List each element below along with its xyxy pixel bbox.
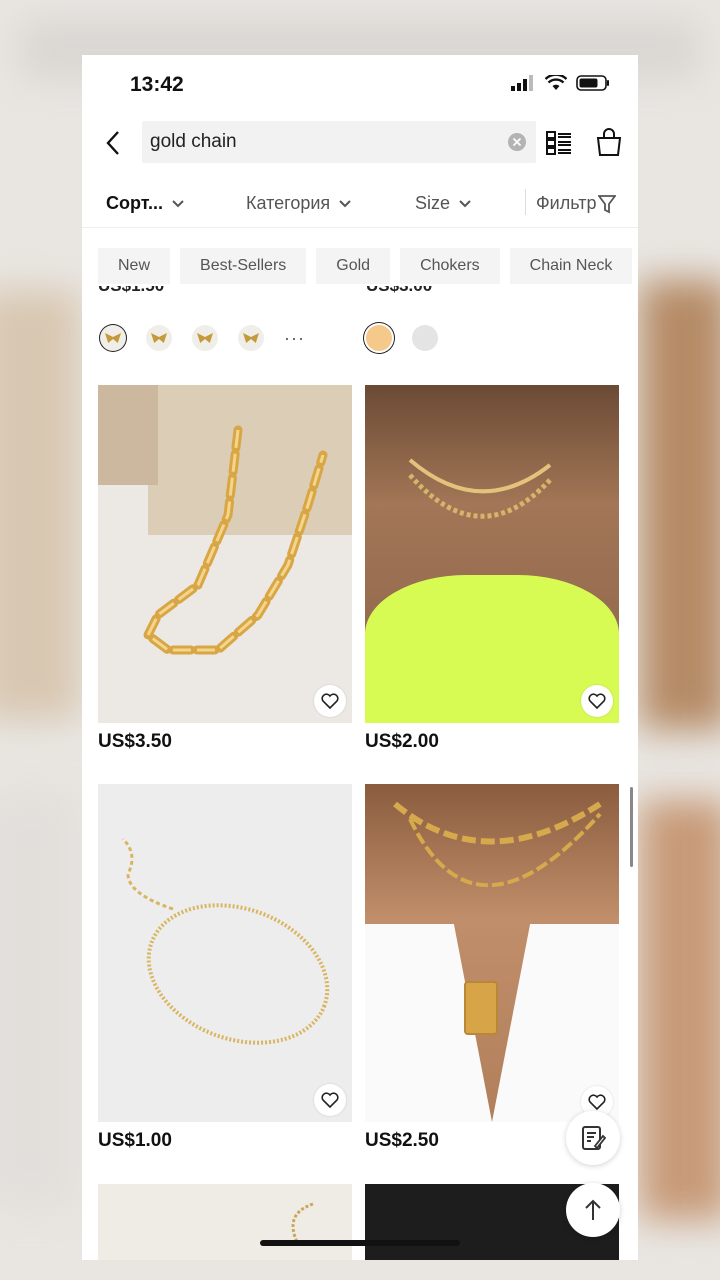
product-price: US$2.00	[365, 731, 439, 752]
product-price-partial: US$1.50	[98, 286, 164, 298]
swatch-butterfly-4[interactable]	[238, 325, 264, 351]
choker-chain-graphic	[121, 837, 330, 1045]
filter-button[interactable]: Фильтр	[536, 193, 617, 214]
swatch-silver[interactable]	[412, 325, 438, 351]
chevron-left-icon	[106, 131, 119, 155]
product-card[interactable]	[98, 1184, 352, 1260]
list-view-icon[interactable]	[545, 129, 573, 157]
quick-filter-chips: New Best-Sellers Gold Chokers Chain Neck	[98, 248, 638, 284]
chip-chain-necklace[interactable]: Chain Neck	[509, 248, 633, 284]
product-card[interactable]: US$2.50	[365, 784, 619, 1151]
chain-necklace-graphic	[291, 1202, 314, 1245]
shopping-bag-icon[interactable]	[595, 127, 623, 157]
chevron-down-icon	[459, 199, 471, 207]
clear-search-icon[interactable]	[508, 133, 526, 151]
edit-note-icon	[582, 1126, 607, 1150]
funnel-icon	[598, 194, 617, 213]
filter-label: Фильтр	[536, 193, 597, 213]
product-image[interactable]	[98, 1184, 352, 1260]
signal-icon	[511, 75, 533, 91]
app-screen: 13:42 gold chain Сорт... Категория Size …	[82, 55, 638, 1260]
product-image[interactable]	[365, 784, 619, 1122]
status-time: 13:42	[130, 73, 184, 96]
chip-new[interactable]: New	[98, 248, 171, 284]
product-image[interactable]	[365, 385, 619, 723]
category-label: Категория	[246, 193, 331, 213]
product-image[interactable]	[98, 784, 352, 1122]
sort-dropdown[interactable]: Сорт...	[106, 193, 185, 214]
chain-necklace-graphic	[393, 801, 602, 1035]
swatch-butterfly-2[interactable]	[146, 325, 172, 351]
chain-necklace-graphic	[142, 425, 328, 655]
category-dropdown[interactable]: Категория	[246, 193, 352, 214]
search-bar-row: gold chain	[82, 121, 638, 165]
back-to-top-button[interactable]	[566, 1183, 620, 1237]
search-query-text: gold chain	[150, 131, 237, 152]
size-label: Size	[415, 193, 451, 213]
size-dropdown[interactable]: Size	[415, 193, 472, 214]
battery-icon	[576, 75, 609, 91]
chip-chokers[interactable]: Chokers	[400, 248, 500, 284]
home-indicator	[260, 1240, 460, 1246]
chip-gold[interactable]: Gold	[316, 248, 391, 284]
filter-bar: Сорт... Категория Size Фильтр	[82, 183, 638, 228]
product-price: US$3.50	[98, 731, 172, 752]
search-input[interactable]: gold chain	[142, 121, 536, 163]
wifi-icon	[545, 75, 567, 90]
product-card[interactable]: US$3.50	[98, 385, 352, 752]
back-button[interactable]	[98, 127, 128, 159]
sort-label: Сорт...	[106, 193, 163, 213]
heart-icon	[588, 1094, 606, 1110]
arrow-up-icon	[585, 1199, 601, 1220]
product-image[interactable]	[98, 385, 352, 723]
color-swatches: ···	[100, 325, 305, 351]
more-swatches-icon[interactable]: ···	[284, 328, 305, 349]
wishlist-button[interactable]	[314, 685, 346, 717]
heart-icon	[321, 693, 339, 709]
color-swatches	[366, 325, 438, 351]
swatch-butterfly-1[interactable]	[100, 325, 126, 351]
scrollbar[interactable]	[630, 787, 633, 867]
swatch-gold[interactable]	[366, 325, 392, 351]
heart-icon	[588, 693, 606, 709]
product-card[interactable]: US$2.00	[365, 385, 619, 752]
wishlist-button[interactable]	[314, 1084, 346, 1116]
product-price: US$2.50	[365, 1130, 439, 1151]
chevron-down-icon	[172, 199, 184, 207]
status-bar: 13:42	[82, 55, 638, 115]
swatch-butterfly-3[interactable]	[192, 325, 218, 351]
product-price-partial: US$3.00	[366, 286, 432, 298]
product-price: US$1.00	[98, 1130, 172, 1151]
chain-necklace-graphic	[408, 458, 552, 519]
chevron-down-icon	[339, 199, 351, 207]
chip-best-sellers[interactable]: Best-Sellers	[180, 248, 307, 284]
heart-icon	[321, 1092, 339, 1108]
wishlist-button[interactable]	[581, 685, 613, 717]
feedback-button[interactable]	[566, 1111, 620, 1165]
filter-divider	[525, 189, 526, 215]
product-card[interactable]: US$1.00	[98, 784, 352, 1151]
